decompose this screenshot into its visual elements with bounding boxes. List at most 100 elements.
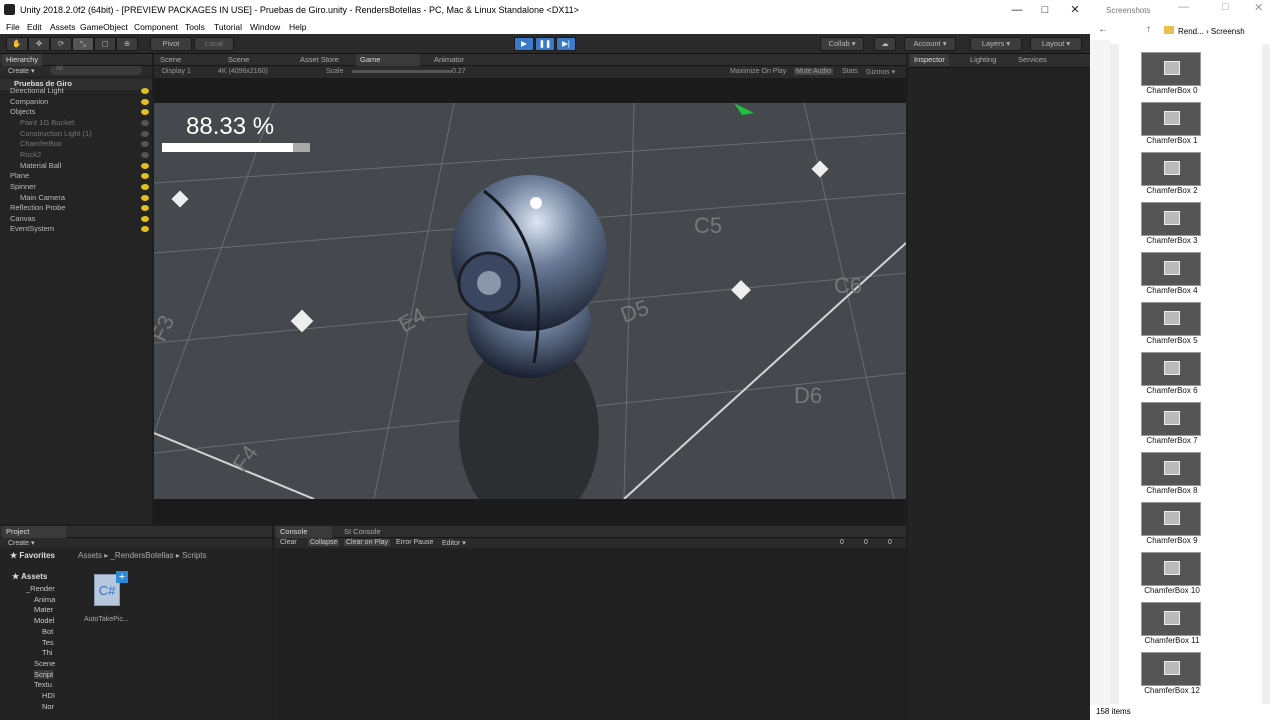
visibility-eye-icon[interactable] [141, 151, 149, 158]
project-folder[interactable]: Script [34, 669, 54, 679]
screenshot-label[interactable]: ChamferBox 11 [1120, 636, 1224, 645]
screenshot-label[interactable]: ChamferBox 7 [1120, 436, 1224, 445]
screenshot-thumbnail[interactable] [1141, 402, 1201, 436]
cloud-icon[interactable]: ☁ [874, 37, 896, 51]
editor-dropdown[interactable]: Editor ▾ [442, 539, 466, 547]
gizmos-dropdown[interactable]: Gizmos ▾ [866, 68, 895, 76]
back-arrow-icon[interactable]: ← [1098, 24, 1108, 35]
project-folder[interactable]: Model [34, 616, 54, 625]
visibility-eye-icon[interactable] [141, 183, 149, 190]
play-button[interactable]: ▶ [514, 37, 534, 51]
error-pause-button[interactable]: Error Pause [396, 539, 433, 546]
project-folder[interactable]: Thi [42, 648, 52, 657]
maximize-button[interactable]: □ [1038, 3, 1052, 17]
hand-tool-icon[interactable]: ✋ [6, 37, 28, 51]
clear-button[interactable]: Clear [280, 539, 297, 546]
screenshot-label[interactable]: ChamferBox 9 [1120, 536, 1224, 545]
explorer-maximize-icon[interactable]: □ [1222, 1, 1229, 13]
menu-tools[interactable]: Tools [185, 22, 205, 32]
hierarchy-item[interactable]: Reflection Probe [0, 203, 152, 214]
resolution-dropdown[interactable]: 4K (4096x2160) [218, 68, 268, 75]
project-create-button[interactable]: Create ▾ [8, 539, 34, 547]
screenshot-thumbnail[interactable] [1141, 102, 1201, 136]
tab-project[interactable]: Project [2, 526, 66, 538]
explorer-minimize-icon[interactable]: — [1178, 1, 1189, 13]
warning-count[interactable]: 0 [864, 539, 868, 546]
tab-scene-2[interactable]: Scene [224, 54, 253, 66]
mute-audio-toggle[interactable]: Mute Audio [794, 68, 834, 75]
step-button[interactable]: ▶| [556, 37, 576, 51]
project-folder[interactable]: _Render [26, 584, 55, 593]
tab-hierarchy[interactable]: Hierarchy [2, 54, 43, 66]
visibility-eye-icon[interactable] [141, 173, 149, 180]
menu-component[interactable]: Component [134, 22, 178, 32]
project-folder[interactable]: Tes [42, 638, 54, 647]
tab-animator[interactable]: Animator [430, 54, 468, 66]
tab-game[interactable]: Game [356, 54, 420, 66]
error-count[interactable]: 0 [888, 539, 892, 546]
hierarchy-item[interactable]: Plane [0, 171, 152, 182]
hierarchy-item[interactable]: Directional Light [0, 86, 152, 97]
hierarchy-item[interactable]: Spinner [0, 182, 152, 193]
screenshot-label[interactable]: ChamferBox 2 [1120, 186, 1224, 195]
screenshot-label[interactable]: ChamferBox 8 [1120, 486, 1224, 495]
screenshot-thumbnail[interactable] [1141, 352, 1201, 386]
screenshot-thumbnail[interactable] [1141, 452, 1201, 486]
screenshot-label[interactable]: ChamferBox 12 [1120, 686, 1224, 695]
project-folder[interactable]: Mater [34, 605, 53, 614]
hierarchy-create-button[interactable]: Create ▾ [8, 67, 34, 75]
local-button[interactable]: Local [194, 37, 234, 51]
scale-tool-icon[interactable]: ⤡ [72, 37, 94, 51]
menu-help[interactable]: Help [289, 22, 306, 32]
hierarchy-item[interactable]: EventSystem [0, 224, 152, 235]
nav-scrollbar[interactable] [1110, 44, 1119, 704]
screenshot-thumbnail[interactable] [1141, 302, 1201, 336]
visibility-eye-icon[interactable] [141, 162, 149, 169]
hierarchy-item[interactable]: Companion [0, 97, 152, 108]
visibility-eye-icon[interactable] [141, 194, 149, 201]
project-folder[interactable]: Scene [34, 659, 55, 668]
screenshot-thumbnail[interactable] [1141, 502, 1201, 536]
project-folder[interactable]: Bot [42, 627, 53, 636]
tab-services[interactable]: Services [1014, 54, 1051, 66]
visibility-eye-icon[interactable] [141, 109, 149, 116]
hierarchy-item[interactable]: Canvas [0, 214, 152, 225]
pivot-button[interactable]: Pivot [150, 37, 192, 51]
hierarchy-item[interactable]: Material Ball [0, 161, 152, 172]
tab-asset-store[interactable]: Asset Store [296, 54, 343, 66]
visibility-eye-icon[interactable] [141, 88, 149, 94]
visibility-eye-icon[interactable] [141, 205, 149, 212]
visibility-eye-icon[interactable] [141, 215, 149, 222]
layers-dropdown[interactable]: Layers ▾ [970, 37, 1022, 51]
assets-root[interactable]: ★ Assets [12, 572, 47, 581]
hierarchy-item[interactable]: Objects [0, 107, 152, 118]
menu-tutorial[interactable]: Tutorial [214, 22, 242, 32]
explorer-path[interactable]: Rend... › Screensh [1178, 27, 1245, 36]
screenshot-thumbnail[interactable] [1141, 652, 1201, 686]
visibility-eye-icon[interactable] [141, 141, 149, 148]
screenshot-thumbnail[interactable] [1141, 152, 1201, 186]
hierarchy-item[interactable]: ChamferBox [0, 139, 152, 150]
screenshot-thumbnail[interactable] [1141, 602, 1201, 636]
game-viewport[interactable]: F3 E4 D5 D6 F4 C5 C6 88.33 % [154, 103, 906, 499]
menu-edit[interactable]: Edit [27, 22, 42, 32]
tab-si-console[interactable]: SI Console [340, 526, 385, 538]
close-button[interactable]: ✕ [1068, 3, 1082, 17]
hierarchy-item[interactable]: Construction Light (1) [0, 129, 152, 140]
screenshot-label[interactable]: ChamferBox 5 [1120, 336, 1224, 345]
hierarchy-item[interactable]: Main Camera [0, 193, 152, 204]
screenshot-thumbnail[interactable] [1141, 52, 1201, 86]
up-arrow-icon[interactable]: ↑ [1146, 24, 1151, 35]
minimize-button[interactable]: — [1010, 3, 1024, 17]
visibility-eye-icon[interactable] [141, 226, 149, 233]
screenshot-thumbnail[interactable] [1141, 552, 1201, 586]
hierarchy-item[interactable]: Rock2 [0, 150, 152, 161]
screenshot-label[interactable]: ChamferBox 3 [1120, 236, 1224, 245]
screenshot-label[interactable]: ChamferBox 10 [1120, 586, 1224, 595]
transform-tool-icon[interactable]: ⊕ [116, 37, 138, 51]
project-folder[interactable]: Textu [34, 680, 52, 689]
visibility-eye-icon[interactable] [141, 130, 149, 137]
explorer-close-icon[interactable]: ✕ [1254, 1, 1263, 14]
rotate-tool-icon[interactable]: ⟳ [50, 37, 72, 51]
rect-tool-icon[interactable]: ▢ [94, 37, 116, 51]
